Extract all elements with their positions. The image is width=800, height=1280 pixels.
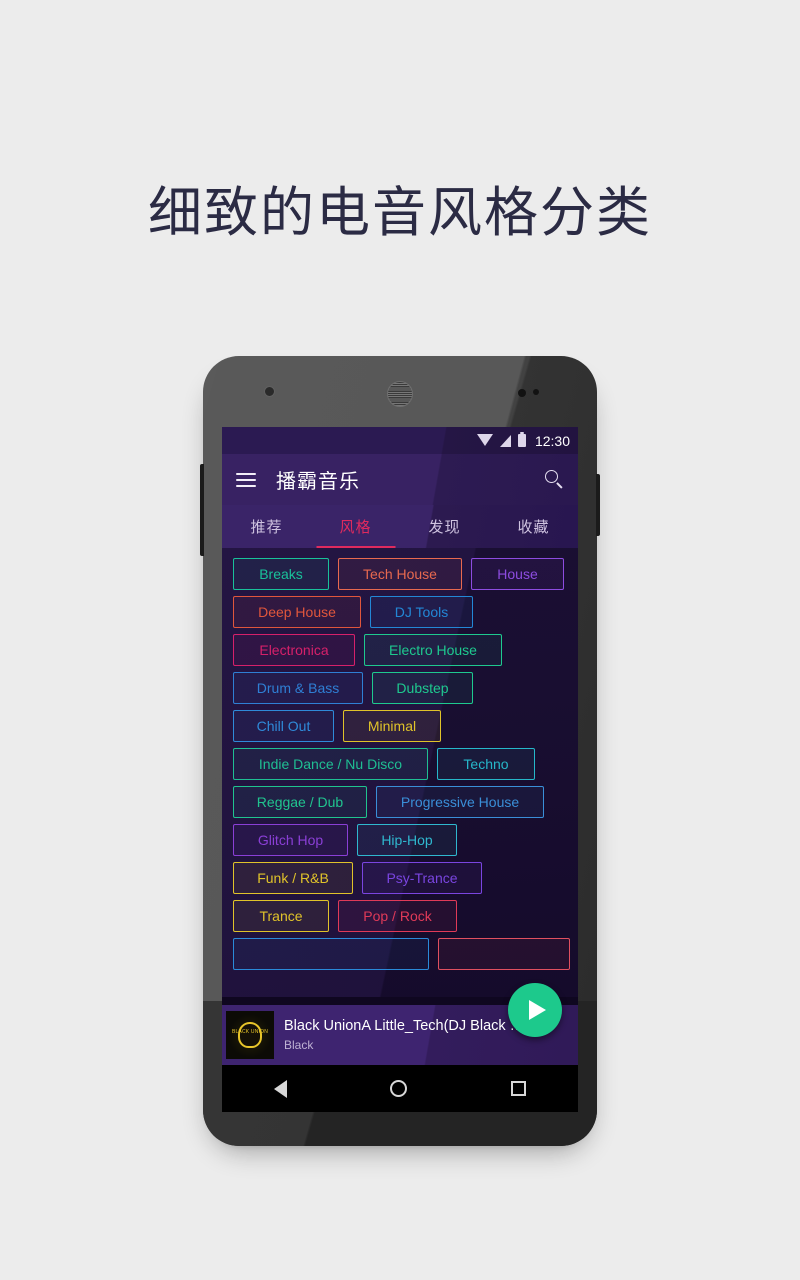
phone-device: 12:30 播霸音乐 推荐 风格 发现 收藏 Breaks Tech House…: [200, 356, 600, 1146]
genre-chip[interactable]: Progressive House: [376, 786, 544, 818]
genre-chip[interactable]: DJ Tools: [370, 596, 473, 628]
search-icon[interactable]: [545, 470, 564, 489]
front-camera-icon: [264, 386, 275, 397]
genre-chip[interactable]: Tech House: [338, 558, 462, 590]
tab-label: 发现: [428, 518, 461, 536]
genre-chip-row: Trance Pop / Rock: [222, 900, 578, 932]
genre-chip[interactable]: Dubstep: [372, 672, 473, 704]
genre-chip[interactable]: [438, 938, 570, 970]
genre-chip[interactable]: Indie Dance / Nu Disco: [233, 748, 428, 780]
earpiece-speaker-icon: [387, 381, 413, 407]
proximity-sensor-icon: [518, 389, 526, 397]
genre-chip[interactable]: Electro House: [364, 634, 502, 666]
genre-chip[interactable]: Chill Out: [233, 710, 334, 742]
tab-bar: 推荐 风格 发现 收藏: [222, 505, 578, 548]
genre-chip[interactable]: Electronica: [233, 634, 355, 666]
device-top-bezel: [203, 356, 597, 427]
genre-chip-row: Drum & Bass Dubstep: [222, 672, 578, 704]
track-artist: Black: [284, 1038, 314, 1052]
genre-chip[interactable]: Glitch Hop: [233, 824, 348, 856]
home-circle-icon[interactable]: [390, 1080, 408, 1097]
status-bar-clock: 12:30: [534, 432, 570, 449]
genre-chip-row: [222, 938, 578, 970]
album-logo-label: BLACK UNION: [231, 1029, 269, 1035]
genre-chip-row: Indie Dance / Nu Disco Techno: [222, 748, 578, 780]
album-art: BLACK UNION: [226, 1011, 274, 1059]
genre-chip[interactable]: House: [471, 558, 564, 590]
play-button[interactable]: [508, 983, 562, 1037]
genre-chip-row: Electronica Electro House: [222, 634, 578, 666]
genre-chip[interactable]: Reggae / Dub: [233, 786, 367, 818]
genre-chip[interactable]: Trance: [233, 900, 329, 932]
wifi-icon: [476, 434, 493, 446]
app-bar: 播霸音乐: [222, 454, 578, 505]
battery-icon: [517, 432, 526, 447]
genre-chip[interactable]: Psy-Trance: [362, 862, 482, 894]
genre-chip-row: Funk / R&B Psy-Trance: [222, 862, 578, 894]
status-bar-icons: 12:30: [476, 432, 570, 449]
genre-chip-list[interactable]: Breaks Tech House House Deep House DJ Tools E…: [222, 548, 578, 997]
genre-chip[interactable]: Deep House: [233, 596, 361, 628]
genre-chip[interactable]: Breaks: [233, 558, 329, 590]
genre-chip[interactable]: Techno: [437, 748, 535, 780]
tab-recommend[interactable]: 推荐: [222, 505, 311, 548]
signal-icon: [499, 434, 511, 447]
volume-button[interactable]: [596, 474, 600, 536]
genre-chip[interactable]: [233, 938, 429, 970]
now-playing-bar[interactable]: BLACK UNION Black UnionA Little_Tech(DJ …: [222, 983, 578, 1065]
tab-genres[interactable]: 风格: [311, 505, 400, 548]
genre-chip-row: Breaks Tech House House: [222, 558, 578, 590]
status-bar: 12:30: [222, 427, 578, 454]
genre-chip[interactable]: Pop / Rock: [338, 900, 457, 932]
page-title: 细致的电音风格分类: [148, 181, 652, 244]
back-triangle-icon[interactable]: [273, 1079, 287, 1098]
tab-label: 收藏: [517, 518, 550, 536]
genre-chip-row: Deep House DJ Tools: [222, 596, 578, 628]
tab-favorites[interactable]: 收藏: [489, 505, 578, 548]
genre-chip[interactable]: Drum & Bass: [233, 672, 363, 704]
android-nav-bar: [222, 1065, 578, 1112]
genre-chip[interactable]: Minimal: [343, 710, 441, 742]
power-button[interactable]: [200, 464, 204, 556]
phone-screen: 12:30 播霸音乐 推荐 风格 发现 收藏 Breaks Tech House…: [222, 427, 578, 1065]
light-sensor-icon: [533, 389, 539, 395]
genre-chip[interactable]: Funk / R&B: [233, 862, 353, 894]
hamburger-menu-icon[interactable]: [236, 472, 256, 487]
tab-discover[interactable]: 发现: [400, 505, 489, 548]
genre-chip-row: Reggae / Dub Progressive House: [222, 786, 578, 818]
genre-chip-row: Chill Out Minimal: [222, 710, 578, 742]
tab-label: 风格: [339, 518, 372, 536]
app-title: 播霸音乐: [276, 469, 360, 493]
recents-square-icon[interactable]: [511, 1081, 527, 1096]
tab-label: 推荐: [250, 518, 283, 536]
genre-chip-row: Glitch Hop Hip-Hop: [222, 824, 578, 856]
genre-chip[interactable]: Hip-Hop: [357, 824, 457, 856]
